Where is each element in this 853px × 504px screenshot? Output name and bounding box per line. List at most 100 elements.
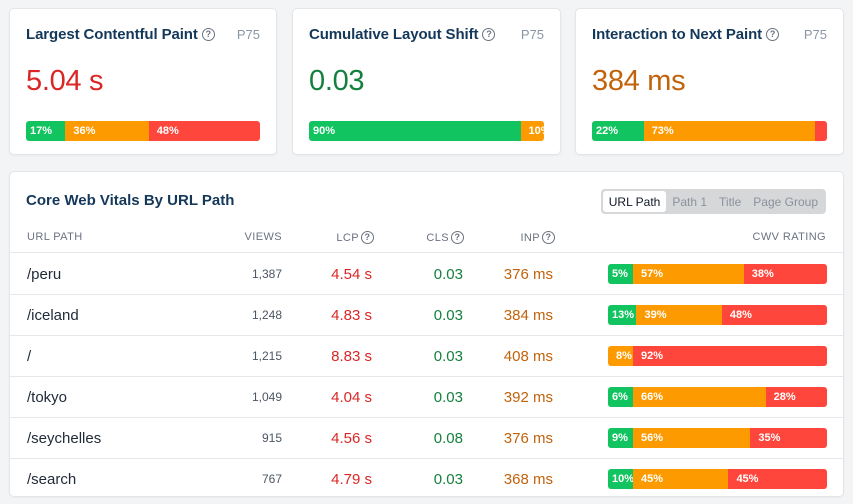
bar-segment-good[interactable]: 22% (592, 121, 644, 141)
table-row[interactable]: /search 767 4.79 s 0.03 368 ms 10% 45% 45% (10, 459, 843, 500)
bar-segment-good[interactable]: 90% (309, 121, 521, 141)
table-row[interactable]: /iceland 1,248 4.83 s 0.03 384 ms 13% 39% 48% (10, 295, 843, 336)
views-cell: 1,215 (251, 349, 282, 363)
metric-value: 5.04 s (26, 65, 104, 97)
cls-cell: 0.03 (433, 265, 463, 283)
table-row[interactable]: /seychelles 915 4.56 s 0.08 376 ms 9% 56% 35% (10, 418, 843, 459)
bar-segment-good[interactable]: 13% (608, 305, 637, 325)
stacked-rating-bar: 8% 92% (608, 346, 827, 366)
metric-title: Largest Contentful Paint (26, 26, 198, 43)
metric-value: 0.03 (309, 65, 365, 97)
stacked-rating-bar: 13% 39% 48% (608, 305, 827, 325)
bar-segment-poor[interactable]: 28% (765, 387, 827, 407)
bar-segment-good[interactable]: 17% (26, 121, 66, 141)
tab-url-path[interactable]: URL Path (602, 191, 667, 212)
url-path-cell[interactable]: /tokyo (27, 377, 67, 417)
column-header-url-path[interactable]: URL PATH (27, 231, 83, 243)
lcp-cell: 4.04 s (331, 388, 372, 406)
bar-segment-needs-improvement[interactable]: 45% (633, 469, 729, 489)
question-circle-icon[interactable]: ? (766, 28, 780, 41)
table-row[interactable]: /tokyo 1,049 4.04 s 0.03 392 ms 6% 66% 28% (10, 377, 843, 418)
question-circle-icon[interactable]: ? (451, 231, 464, 244)
bar-segment-needs-improvement[interactable]: 10% (520, 121, 544, 141)
metric-card-lcp: Largest Contentful Paint ? P75 5.04 s 17… (9, 8, 277, 155)
stacked-rating-bar: 17% 36% 48% (26, 121, 260, 141)
bar-segment-good[interactable]: 5% (608, 264, 633, 284)
views-cell: 915 (261, 431, 282, 445)
bar-segment-needs-improvement[interactable]: 66% (633, 387, 766, 407)
bar-segment-poor[interactable]: 48% (721, 305, 827, 325)
tab-title[interactable]: Title (713, 191, 747, 212)
bar-segment-needs-improvement[interactable]: 73% (643, 121, 816, 141)
distribution-bar: 90%10% (309, 121, 544, 141)
column-header-lcp[interactable]: LCP? (336, 231, 374, 244)
metric-title: Cumulative Layout Shift (309, 26, 479, 43)
url-path-cell[interactable]: /iceland (27, 295, 79, 335)
views-cell: 1,049 (251, 390, 282, 404)
cls-cell: 0.03 (433, 347, 463, 365)
bar-segment-poor[interactable]: 45% (728, 469, 827, 489)
grouping-tabs: URL Path Path 1 Title Page Group (600, 189, 826, 214)
percentile-label: P75 (803, 27, 827, 42)
bar-segment-needs-improvement[interactable]: 56% (633, 428, 751, 448)
url-path-cell[interactable]: / (27, 336, 31, 376)
stacked-rating-bar: 90%10% (309, 121, 544, 141)
url-path-cell[interactable]: /seychelles (27, 418, 101, 458)
table-header: URL PATH VIEWS LCP? CLS? INP? CWV RATING (10, 228, 843, 253)
cwv-rating-cell: 10% 45% 45% (608, 459, 827, 499)
lcp-cell: 4.56 s (331, 429, 372, 447)
inp-cell: 392 ms (503, 388, 553, 406)
metric-card-cls: Cumulative Layout Shift ? P75 0.03 90% 10… (292, 8, 561, 155)
column-header-cls[interactable]: CLS? (426, 231, 464, 244)
url-path-cell[interactable]: /peru (27, 254, 61, 294)
bar-segment-good[interactable]: 9% (608, 428, 633, 448)
cwv-rating-cell: 8% 92% (608, 336, 827, 376)
question-circle-icon[interactable]: ? (201, 28, 215, 41)
bar-segment-needs-improvement[interactable]: 36% (65, 121, 149, 141)
stacked-rating-bar: 22% 73% (592, 121, 827, 141)
column-header-inp[interactable]: INP? (520, 231, 555, 244)
cls-cell: 0.08 (433, 429, 463, 447)
bar-segment-needs-improvement[interactable]: 39% (636, 305, 722, 325)
question-circle-icon[interactable]: ? (482, 28, 496, 41)
bar-segment-needs-improvement[interactable]: 8% (608, 346, 633, 366)
tab-path-1[interactable]: Path 1 (666, 191, 713, 212)
lcp-cell: 4.79 s (331, 470, 372, 488)
question-circle-icon[interactable]: ? (542, 231, 555, 244)
bar-segment-poor[interactable]: 35% (750, 428, 827, 448)
lcp-cell: 8.83 s (331, 347, 372, 365)
bar-segment-poor[interactable]: 92% (633, 346, 827, 366)
tab-page-group[interactable]: Page Group (747, 191, 824, 212)
distribution-bar: 22% 73% (592, 121, 827, 141)
cls-cell: 0.03 (433, 306, 463, 324)
metric-value: 384 ms (592, 65, 686, 97)
bar-segment-needs-improvement[interactable]: 57% (633, 264, 744, 284)
bar-segment-poor[interactable]: 48% (148, 121, 260, 141)
inp-cell: 384 ms (503, 306, 553, 324)
distribution-bar: 17% 36% 48% (26, 121, 260, 141)
bar-segment-good[interactable]: 10% (608, 469, 633, 489)
cwv-rating-cell: 9% 56% 35% (608, 418, 827, 458)
bar-segment-poor[interactable] (815, 121, 827, 141)
cls-cell: 0.03 (433, 470, 463, 488)
bar-segment-poor[interactable]: 38% (743, 264, 827, 284)
inp-cell: 376 ms (503, 265, 553, 283)
url-path-cell[interactable]: /search (27, 459, 76, 499)
cwv-rating-cell: 13% 39% 48% (608, 295, 827, 335)
inp-cell: 376 ms (503, 429, 553, 447)
stacked-rating-bar: 5% 57% 38% (608, 264, 827, 284)
column-header-views[interactable]: VIEWS (245, 231, 282, 243)
metric-title: Interaction to Next Paint (592, 26, 763, 43)
percentile-label: P75 (520, 27, 544, 42)
bar-segment-good[interactable]: 6% (608, 387, 633, 407)
table-row[interactable]: /peru 1,387 4.54 s 0.03 376 ms 5% 57% 38% (10, 254, 843, 295)
card-title: Core Web Vitals By URL Path (26, 192, 235, 209)
table-row[interactable]: / 1,215 8.83 s 0.03 408 ms 8% 92% (10, 336, 843, 377)
cwv-rating-cell: 6% 66% 28% (608, 377, 827, 417)
stacked-rating-bar: 10% 45% 45% (608, 469, 827, 489)
cwv-rating-cell: 5% 57% 38% (608, 254, 827, 294)
question-circle-icon[interactable]: ? (361, 231, 374, 244)
cls-cell: 0.03 (433, 388, 463, 406)
metric-card-inp: Interaction to Next Paint ? P75 384 ms 2… (575, 8, 844, 155)
column-header-cwv-rating[interactable]: CWV RATING (753, 231, 826, 243)
